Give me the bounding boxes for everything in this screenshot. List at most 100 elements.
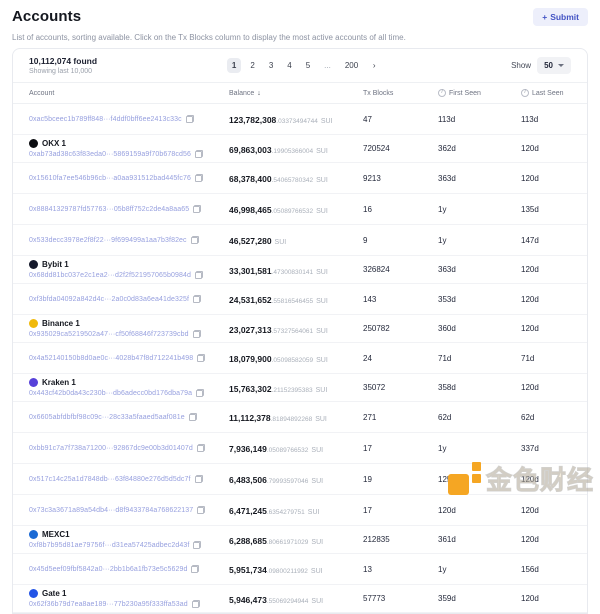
address-link[interactable]: 0x4a52140150b8d0ae0c···4028b47f8d712241b… bbox=[29, 355, 193, 362]
copy-icon[interactable] bbox=[196, 389, 204, 397]
pagination-next-button[interactable]: › bbox=[367, 58, 381, 73]
address-link[interactable]: 0x517c14c25a1d7848db···63f84880e276d5d5d… bbox=[29, 476, 191, 483]
table-row: 0x533decc3978e2f8f22···9f699499a1aa7b3f8… bbox=[13, 225, 587, 256]
copy-icon[interactable] bbox=[192, 600, 200, 608]
balance-cell: 33,301,581.47300830141SUI bbox=[229, 261, 363, 279]
exchange-name[interactable]: Gate 1 bbox=[42, 589, 66, 598]
copy-icon[interactable] bbox=[197, 444, 205, 452]
copy-icon[interactable] bbox=[197, 506, 205, 514]
copy-icon[interactable] bbox=[191, 565, 199, 573]
exchange-name[interactable]: OKX 1 bbox=[42, 139, 66, 148]
last-seen-value: 147d bbox=[521, 236, 571, 245]
pagination-page-200[interactable]: 200 bbox=[340, 58, 363, 73]
table-row: 0x45d5eef09fbf5842a0···2bb1b6a1fb73e5c56… bbox=[13, 554, 587, 585]
address-link[interactable]: 0x45d5eef09fbf5842a0···2bb1b6a1fb73e5c56… bbox=[29, 566, 187, 573]
pagination-page-4[interactable]: 4 bbox=[282, 58, 296, 73]
exchange-icon bbox=[29, 319, 38, 328]
copy-icon[interactable] bbox=[195, 174, 203, 182]
page-size-value: 50 bbox=[544, 61, 553, 70]
balance-cell: 6,471,245.6354279751SUI bbox=[229, 501, 363, 519]
submit-button[interactable]: + Submit bbox=[533, 8, 588, 26]
balance-cell: 46,998,465.05089766532SUI bbox=[229, 200, 363, 218]
balance-cell: 46,527,280SUI bbox=[229, 231, 363, 249]
address-link[interactable]: 0x73c3a3671a89a54db4···d8f9433784a768622… bbox=[29, 507, 193, 514]
table-header: Account Balance ↓ Tx Blocks i First Seen… bbox=[13, 83, 587, 104]
address-link[interactable]: 0x533decc3978e2f8f22···9f699499a1aa7b3f8… bbox=[29, 237, 187, 244]
address-link[interactable]: 0x88841329787fd57763···05b8ff752c2de4a8a… bbox=[29, 206, 189, 213]
last-seen-value: 120d bbox=[521, 594, 571, 603]
tx-blocks-value: 271 bbox=[363, 413, 438, 422]
exchange-name[interactable]: Kraken 1 bbox=[42, 378, 76, 387]
first-seen-value: 360d bbox=[438, 324, 521, 333]
column-header-tx-blocks[interactable]: Tx Blocks bbox=[363, 90, 438, 97]
first-seen-value: 358d bbox=[438, 383, 521, 392]
copy-icon[interactable] bbox=[195, 150, 203, 158]
pagination-ellipsis: ... bbox=[319, 58, 336, 73]
pagination-page-5[interactable]: 5 bbox=[301, 58, 315, 73]
address-link[interactable]: 0x6605abfdbfbf98c09c···28c33a5faaed5aaf0… bbox=[29, 414, 185, 421]
exchange-name[interactable]: Binance 1 bbox=[42, 319, 80, 328]
exchange-name[interactable]: MEXC1 bbox=[42, 530, 70, 539]
table-row: 0x73c3a3671a89a54db4···d8f9433784a768622… bbox=[13, 495, 587, 526]
first-seen-value: 71d bbox=[438, 354, 521, 363]
submit-button-label: Submit bbox=[550, 12, 579, 22]
page-size-select[interactable]: 50 bbox=[537, 57, 571, 74]
account-cell: 0xac5bceec1b789ff848···f4ddf0bff6ee2413c… bbox=[29, 115, 229, 123]
tx-blocks-value: 13 bbox=[363, 565, 438, 574]
balance-cell: 6,483,506.79993597046SUI bbox=[229, 470, 363, 488]
exchange-icon bbox=[29, 378, 38, 387]
account-cell: 0x4a52140150b8d0ae0c···4028b47f8d712241b… bbox=[29, 354, 229, 362]
copy-icon[interactable] bbox=[189, 413, 197, 421]
balance-cell: 7,936,149.05089766532SUI bbox=[229, 439, 363, 457]
address-link[interactable]: 0xbb91c7a7f738a71200···92867dc9e00b3d014… bbox=[29, 445, 193, 452]
address-link[interactable]: 0xac5bceec1b789ff848···f4ddf0bff6ee2413c… bbox=[29, 116, 182, 123]
copy-icon[interactable] bbox=[193, 295, 201, 303]
table-row: Kraken 1 0x443cf42b0da43c230b···db6adecc0… bbox=[13, 374, 587, 402]
first-seen-value: 363d bbox=[438, 265, 521, 274]
results-summary: 10,112,074 found Showing last 10,000 bbox=[29, 56, 97, 75]
info-icon[interactable]: i bbox=[438, 89, 446, 97]
copy-icon[interactable] bbox=[193, 205, 201, 213]
exchange-name[interactable]: Bybit 1 bbox=[42, 260, 69, 269]
address-link[interactable]: 0x443cf42b0da43c230b···db6adecc0bd176dba… bbox=[29, 390, 192, 397]
address-link[interactable]: 0xf3bfda04092a842d4c···2a0c0d83a6ea41de3… bbox=[29, 296, 189, 303]
first-seen-value: 1y bbox=[438, 444, 521, 453]
address-link[interactable]: 0x15610fa7ee546b96cb···a0aa931512bad445f… bbox=[29, 175, 191, 182]
info-icon[interactable]: i bbox=[521, 89, 529, 97]
column-header-first-seen: i First Seen bbox=[438, 89, 521, 97]
pagination-page-3[interactable]: 3 bbox=[264, 58, 278, 73]
plus-icon: + bbox=[542, 12, 547, 22]
copy-icon[interactable] bbox=[186, 115, 194, 123]
copy-icon[interactable] bbox=[193, 330, 201, 338]
pagination-page-2[interactable]: 2 bbox=[245, 58, 259, 73]
account-cell: Kraken 1 0x443cf42b0da43c230b···db6adecc0… bbox=[29, 378, 229, 397]
copy-icon[interactable] bbox=[193, 541, 201, 549]
tx-blocks-value: 143 bbox=[363, 295, 438, 304]
column-header-balance[interactable]: Balance ↓ bbox=[229, 90, 363, 97]
page-header: Accounts + Submit bbox=[0, 0, 600, 26]
copy-icon[interactable] bbox=[195, 475, 203, 483]
address-link[interactable]: 0xf8b7b95d81ae79756f···d31ea57425adbec2d… bbox=[29, 542, 189, 549]
account-cell: 0x73c3a3671a89a54db4···d8f9433784a768622… bbox=[29, 506, 229, 514]
last-seen-value: 120d bbox=[521, 324, 571, 333]
copy-icon[interactable] bbox=[195, 271, 203, 279]
results-showing: Showing last 10,000 bbox=[29, 68, 97, 75]
address-link[interactable]: 0x68dd81bc037e2c1ea2···d2f2f521957065b09… bbox=[29, 272, 191, 279]
pagination-page-1[interactable]: 1 bbox=[227, 58, 241, 73]
balance-cell: 11,112,378.81894892268SUI bbox=[229, 408, 363, 426]
account-cell: 0x88841329787fd57763···05b8ff752c2de4a8a… bbox=[29, 205, 229, 213]
table-row: 0x88841329787fd57763···05b8ff752c2de4a8a… bbox=[13, 194, 587, 225]
first-seen-value: 125d bbox=[438, 475, 521, 484]
copy-icon[interactable] bbox=[191, 236, 199, 244]
last-seen-value: 337d bbox=[521, 444, 571, 453]
address-link[interactable]: 0x62f36b79d7ea8ae189···77b230a95f333ffa5… bbox=[29, 601, 188, 608]
exchange-icon bbox=[29, 589, 38, 598]
stats-bar: 10,112,074 found Showing last 10,000 123… bbox=[13, 49, 587, 83]
exchange-icon bbox=[29, 139, 38, 148]
address-link[interactable]: 0x935029ca5219502a47···cf50f68846f723739… bbox=[29, 331, 189, 338]
address-link[interactable]: 0xab73ad38c63f83eda0···5869159a9f70b678c… bbox=[29, 151, 191, 158]
account-cell: Gate 1 0x62f36b79d7ea8ae189···77b230a95f3… bbox=[29, 589, 229, 608]
last-seen-value: 156d bbox=[521, 565, 571, 574]
balance-cell: 23,027,313.57327564061SUI bbox=[229, 320, 363, 338]
copy-icon[interactable] bbox=[197, 354, 205, 362]
